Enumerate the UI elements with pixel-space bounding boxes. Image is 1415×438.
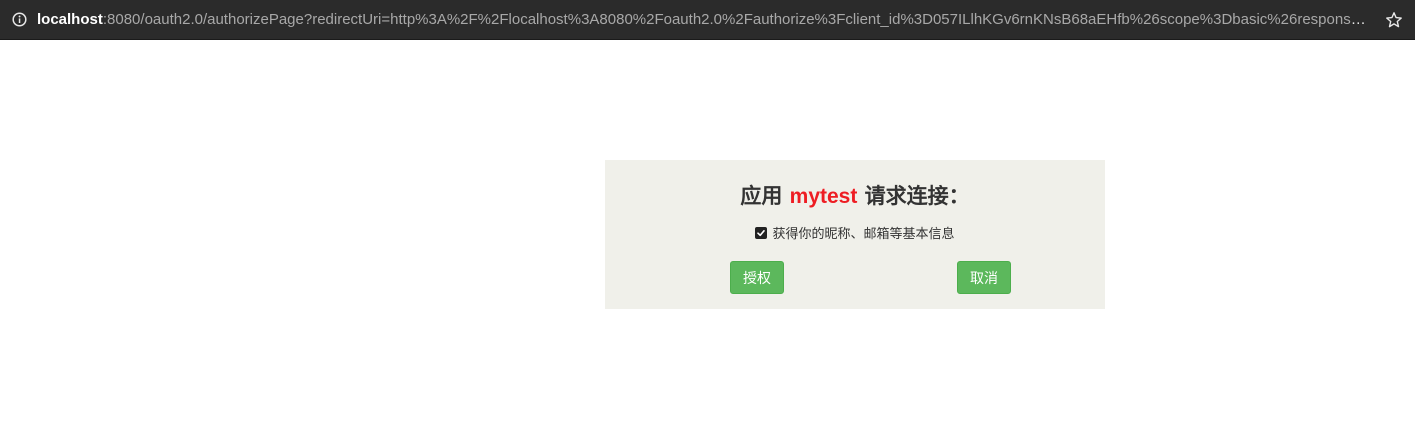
title-suffix: 请求连接： — [857, 184, 970, 208]
authorization-title: 应用 mytest 请求连接： — [605, 180, 1105, 210]
url-path: :8080/oauth2.0/authorizePage?redirectUri… — [102, 11, 1385, 28]
star-icon[interactable] — [1385, 11, 1403, 29]
url-host: localhost — [37, 11, 103, 28]
page-viewport: 应用 mytest 请求连接： 获得你的昵称、邮箱等基本信息 授权 取消 — [0, 40, 1415, 438]
url-field[interactable]: localhost:8080/oauth2.0/authorizePage?re… — [37, 11, 1385, 28]
cancel-button[interactable]: 取消 — [957, 261, 1011, 294]
checkmark-icon — [757, 229, 766, 236]
app-name: mytest — [789, 185, 858, 208]
scope-label: 获得你的昵称、邮箱等基本信息 — [772, 227, 955, 242]
info-circle-icon[interactable] — [12, 12, 27, 27]
authorization-panel: 应用 mytest 请求连接： 获得你的昵称、邮箱等基本信息 授权 取消 — [605, 160, 1105, 309]
title-prefix: 应用 — [740, 184, 790, 208]
scope-checkbox[interactable] — [755, 226, 768, 239]
browser-address-bar[interactable]: localhost:8080/oauth2.0/authorizePage?re… — [0, 0, 1415, 40]
authorize-button[interactable]: 授权 — [730, 261, 784, 294]
scope-item[interactable]: 获得你的昵称、邮箱等基本信息 — [605, 223, 1105, 242]
